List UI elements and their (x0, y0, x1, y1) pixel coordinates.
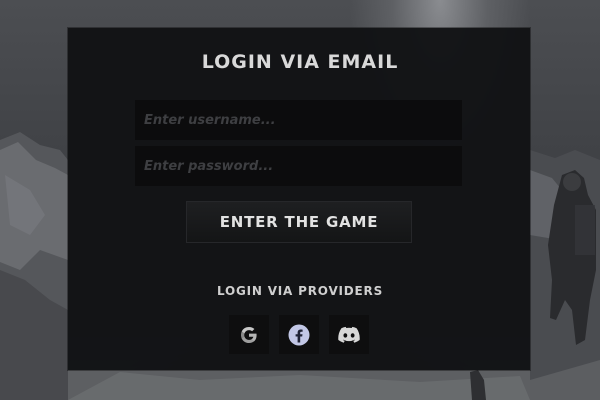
password-input[interactable] (135, 146, 462, 186)
discord-icon (338, 326, 360, 344)
discord-login-button[interactable] (329, 315, 369, 354)
login-title: LOGIN VIA EMAIL (201, 51, 399, 73)
providers-label: LOGIN VIA PROVIDERS (216, 284, 384, 298)
facebook-icon (288, 324, 310, 346)
enter-game-button[interactable]: ENTER THE GAME (186, 201, 412, 243)
facebook-login-button[interactable] (279, 315, 319, 354)
username-input[interactable] (135, 100, 462, 140)
google-icon (239, 325, 259, 345)
google-login-button[interactable] (229, 315, 269, 354)
